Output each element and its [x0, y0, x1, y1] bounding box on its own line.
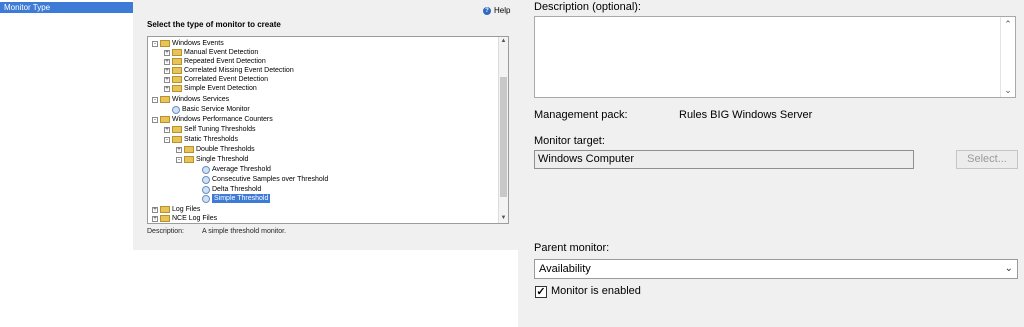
collapse-icon[interactable]: -	[164, 136, 170, 143]
monitor-icon	[202, 175, 210, 184]
tree-item[interactable]: Average Threshold	[202, 165, 271, 174]
scroll-up-icon[interactable]: ⌃	[1001, 17, 1015, 31]
tree-item[interactable]: - Single Threshold	[176, 155, 248, 164]
tree-item[interactable]: + Self Tuning Thresholds	[164, 125, 255, 134]
monitor-enabled-checkbox[interactable]: ✓	[535, 286, 547, 298]
expand-icon[interactable]: +	[164, 58, 170, 65]
tree-scrollbar[interactable]: ▲ ▼	[498, 37, 508, 223]
folder-icon	[172, 85, 182, 92]
tree-item[interactable]: + Correlated Missing Event Detection	[164, 66, 294, 75]
tree-item-selected[interactable]: Simple Threshold	[202, 194, 271, 203]
expand-icon[interactable]: +	[164, 85, 170, 92]
tree-item[interactable]: - Windows Services	[152, 95, 229, 104]
nav-item-monitor-type[interactable]: Monitor Type	[0, 2, 133, 13]
monitor-target-field: Windows Computer	[534, 150, 914, 169]
collapse-icon[interactable]: -	[152, 116, 158, 123]
folder-icon	[172, 126, 182, 133]
tree-item[interactable]: + Log Files	[152, 205, 200, 214]
collapse-icon[interactable]: -	[176, 156, 182, 163]
folder-icon	[172, 76, 182, 83]
help-link[interactable]: ? Help	[483, 5, 510, 17]
monitor-icon	[172, 105, 180, 114]
description-scrollbar[interactable]: ⌃ ⌄	[1000, 17, 1015, 97]
parent-monitor-value: Availability	[539, 263, 591, 275]
folder-icon	[172, 136, 182, 143]
monitor-enabled-label: Monitor is enabled	[551, 285, 641, 297]
help-icon: ?	[483, 7, 491, 15]
folder-icon	[160, 215, 170, 222]
wizard-steps-nav: Monitor Type	[0, 0, 134, 250]
monitor-type-tree[interactable]: - Windows Events + Manual Event Detection …	[147, 36, 509, 224]
tree-item[interactable]: + Double Thresholds	[176, 145, 255, 154]
scroll-thumb[interactable]	[500, 77, 507, 197]
management-pack-label: Management pack:	[534, 109, 628, 121]
tree-item[interactable]: - Static Thresholds	[164, 135, 238, 144]
tree-item[interactable]: - Windows Performance Counters	[152, 115, 273, 124]
folder-icon	[184, 146, 194, 153]
expand-icon[interactable]: +	[152, 215, 158, 222]
tree-item[interactable]: Consecutive Samples over Threshold	[202, 175, 328, 184]
management-pack-value: Rules BIG Windows Server	[679, 109, 813, 121]
type-description-label: Description:	[147, 228, 184, 235]
help-label: Help	[494, 6, 511, 15]
parent-monitor-label: Parent monitor:	[534, 242, 610, 254]
scroll-up-icon[interactable]: ▲	[499, 37, 508, 46]
type-description-value: A simple threshold monitor.	[201, 228, 287, 235]
expand-icon[interactable]: +	[164, 49, 170, 56]
collapse-icon[interactable]: -	[152, 40, 158, 47]
tree-item[interactable]: + NCE Log Files	[152, 214, 217, 223]
folder-icon	[160, 96, 170, 103]
collapse-icon[interactable]: -	[152, 96, 158, 103]
tree-item[interactable]: - Windows Events	[152, 39, 224, 48]
expand-icon[interactable]: +	[164, 76, 170, 83]
chevron-down-icon: ⌄	[1004, 263, 1013, 274]
folder-icon	[172, 58, 182, 65]
monitor-icon	[202, 165, 210, 174]
monitor-icon	[202, 194, 210, 203]
select-type-heading: Select the type of monitor to create	[147, 20, 281, 29]
expand-icon[interactable]: +	[152, 206, 158, 213]
scroll-down-icon[interactable]: ▼	[499, 214, 508, 223]
expand-icon[interactable]: +	[164, 126, 170, 133]
scroll-down-icon[interactable]: ⌄	[1001, 83, 1015, 97]
folder-icon	[172, 49, 182, 56]
monitor-target-label: Monitor target:	[534, 135, 605, 147]
folder-icon	[160, 116, 170, 123]
expand-icon[interactable]: +	[176, 146, 182, 153]
folder-icon	[160, 40, 170, 47]
tree-item[interactable]: Basic Service Monitor	[172, 105, 250, 114]
tree-item[interactable]: + Manual Event Detection	[164, 48, 258, 57]
select-target-button[interactable]: Select...	[956, 150, 1018, 169]
type-description: Description: A simple threshold monitor.	[147, 228, 286, 235]
expand-icon[interactable]: +	[164, 67, 170, 74]
tree-item[interactable]: + Repeated Event Detection	[164, 57, 266, 66]
folder-icon	[172, 67, 182, 74]
tree-item[interactable]: Delta Threshold	[202, 185, 261, 194]
monitor-icon	[202, 185, 210, 194]
parent-monitor-select[interactable]: Availability ⌄	[534, 259, 1018, 279]
tree-item[interactable]: + Simple Event Detection	[164, 84, 257, 93]
description-textarea[interactable]: ⌃ ⌄	[534, 16, 1016, 98]
folder-icon	[160, 206, 170, 213]
folder-icon	[184, 156, 194, 163]
tree-item[interactable]: + Correlated Event Detection	[164, 75, 268, 84]
description-label: Description (optional):	[534, 1, 641, 13]
